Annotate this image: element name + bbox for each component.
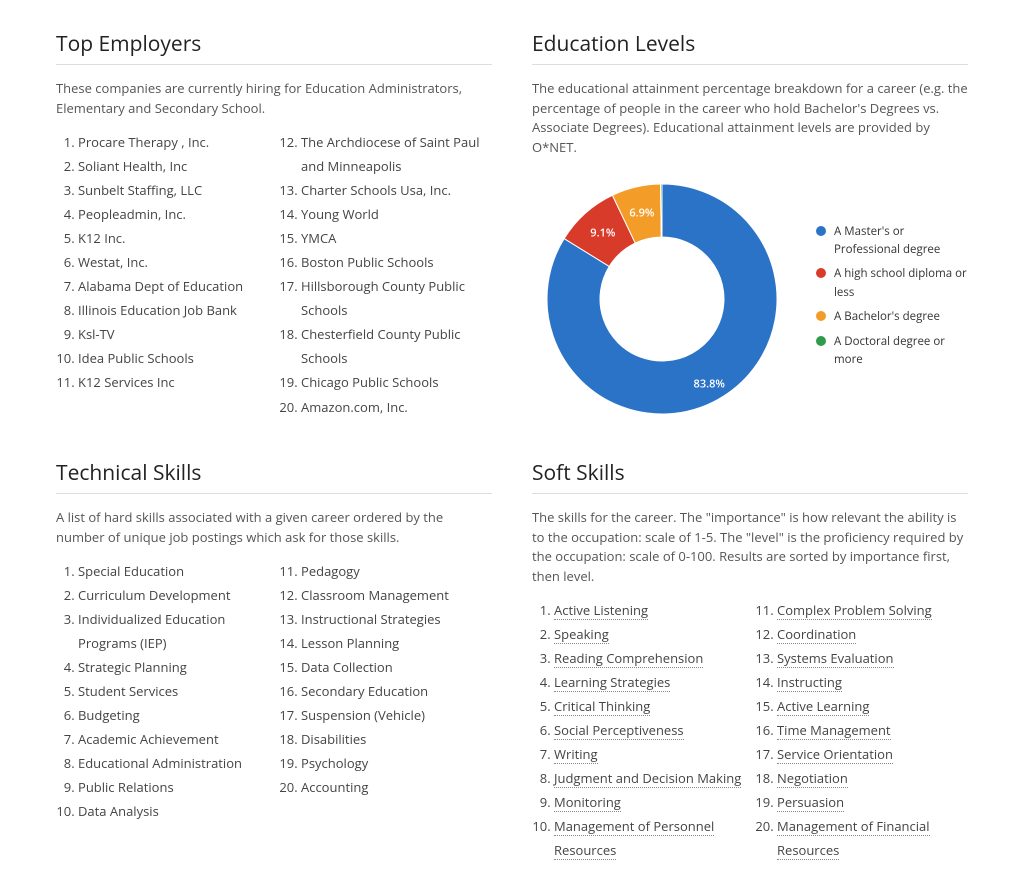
list-item: Westat, Inc. — [78, 250, 269, 274]
list-item: Hillsborough County Public Schools — [301, 274, 492, 322]
list-item: Chesterfield County Public Schools — [301, 322, 492, 370]
list-item: Student Services — [78, 679, 269, 703]
list-item: Alabama Dept of Education — [78, 274, 269, 298]
list-item[interactable]: Learning Strategies — [554, 670, 745, 694]
list-item: K12 Services Inc — [78, 370, 269, 394]
list-item: Psychology — [301, 751, 492, 775]
soft-skills-section: Soft Skills The skills for the career. T… — [532, 459, 968, 863]
list-item: Ksl-TV — [78, 322, 269, 346]
list-item[interactable]: Monitoring — [554, 790, 745, 814]
list-item: Charter Schools Usa, Inc. — [301, 178, 492, 202]
legend-label: A Doctoral degree or more — [834, 333, 968, 370]
legend-item: A high school diploma or less — [816, 265, 968, 302]
list-item[interactable]: Critical Thinking — [554, 694, 745, 718]
list-item: Data Collection — [301, 655, 492, 679]
list-item[interactable]: Social Perceptiveness — [554, 718, 745, 742]
list-item[interactable]: Instructing — [777, 670, 968, 694]
list-item[interactable]: Complex Problem Solving — [777, 598, 968, 622]
education-levels-legend: A Master's or Professional degree A high … — [816, 223, 968, 376]
legend-label: A Bachelor's degree — [834, 308, 940, 326]
top-employers-intro: These companies are currently hiring for… — [56, 79, 492, 118]
list-item: Sunbelt Staffing, LLC — [78, 178, 269, 202]
list-item[interactable]: Persuasion — [777, 790, 968, 814]
list-item[interactable]: Time Management — [777, 718, 968, 742]
list-item: Peopleadmin, Inc. — [78, 202, 269, 226]
list-item: Classroom Management — [301, 583, 492, 607]
list-item: Special Education — [78, 559, 269, 583]
list-item[interactable]: Systems Evaluation — [777, 646, 968, 670]
list-item: Idea Public Schools — [78, 346, 269, 370]
list-item: Academic Achievement — [78, 727, 269, 751]
soft-skills-intro: The skills for the career. The "importan… — [532, 508, 968, 586]
list-item[interactable]: Writing — [554, 742, 745, 766]
list-item[interactable]: Reading Comprehension — [554, 646, 745, 670]
list-item: Instructional Strategies — [301, 607, 492, 631]
soft-skills-heading: Soft Skills — [532, 459, 968, 494]
list-item: Amazon.com, Inc. — [301, 395, 492, 419]
legend-swatch — [816, 311, 826, 321]
list-item: Procare Therapy , Inc. — [78, 130, 269, 154]
legend-item: A Master's or Professional degree — [816, 223, 968, 260]
list-item: Budgeting — [78, 703, 269, 727]
technical-skills-heading: Technical Skills — [56, 459, 492, 494]
legend-swatch — [816, 268, 826, 278]
list-item[interactable]: Management of Financial Resources — [777, 814, 968, 862]
list-item: Educational Administration — [78, 751, 269, 775]
list-item[interactable]: Judgment and Decision Making — [554, 766, 745, 790]
list-item[interactable]: Coordination — [777, 622, 968, 646]
legend-label: A high school diploma or less — [834, 265, 968, 302]
list-item: Strategic Planning — [78, 655, 269, 679]
list-item: Disabilities — [301, 727, 492, 751]
list-item: Data Analysis — [78, 799, 269, 823]
legend-swatch — [816, 336, 826, 346]
list-item: Suspension (Vehicle) — [301, 703, 492, 727]
list-item[interactable]: Active Listening — [554, 598, 745, 622]
list-item: Public Relations — [78, 775, 269, 799]
education-levels-intro: The educational attainment percentage br… — [532, 79, 968, 157]
list-item: Accounting — [301, 775, 492, 799]
legend-item: A Doctoral degree or more — [816, 333, 968, 370]
education-levels-heading: Education Levels — [532, 30, 968, 65]
education-levels-section: Education Levels The educational attainm… — [532, 30, 968, 429]
list-item: Boston Public Schools — [301, 250, 492, 274]
list-item: Pedagogy — [301, 559, 492, 583]
list-item: The Archdiocese of Saint Paul and Minnea… — [301, 130, 492, 178]
list-item: Secondary Education — [301, 679, 492, 703]
technical-skills-intro: A list of hard skills associated with a … — [56, 508, 492, 547]
soft-skills-list: Active ListeningSpeakingReading Comprehe… — [532, 598, 968, 863]
legend-swatch — [816, 226, 826, 236]
list-item: Chicago Public Schools — [301, 370, 492, 394]
list-item: YMCA — [301, 226, 492, 250]
list-item: Illinois Education Job Bank — [78, 298, 269, 322]
list-item: Curriculum Development — [78, 583, 269, 607]
list-item[interactable]: Speaking — [554, 622, 745, 646]
list-item[interactable]: Active Learning — [777, 694, 968, 718]
legend-label: A Master's or Professional degree — [834, 223, 968, 260]
list-item[interactable]: Negotiation — [777, 766, 968, 790]
list-item: Individualized Education Programs (IEP) — [78, 607, 269, 655]
top-employers-section: Top Employers These companies are curren… — [56, 30, 492, 429]
technical-skills-section: Technical Skills A list of hard skills a… — [56, 459, 492, 863]
list-item[interactable]: Management of Personnel Resources — [554, 814, 745, 862]
technical-skills-list: Special EducationCurriculum DevelopmentI… — [56, 559, 492, 824]
education-levels-donut-chart: 83.8%9.1%6.9% — [532, 169, 792, 429]
list-item: K12 Inc. — [78, 226, 269, 250]
legend-item: A Bachelor's degree — [816, 308, 968, 326]
list-item: Soliant Health, Inc — [78, 154, 269, 178]
top-employers-list: Procare Therapy , Inc.Soliant Health, In… — [56, 130, 492, 419]
list-item: Young World — [301, 202, 492, 226]
list-item[interactable]: Service Orientation — [777, 742, 968, 766]
top-employers-heading: Top Employers — [56, 30, 492, 65]
list-item: Lesson Planning — [301, 631, 492, 655]
